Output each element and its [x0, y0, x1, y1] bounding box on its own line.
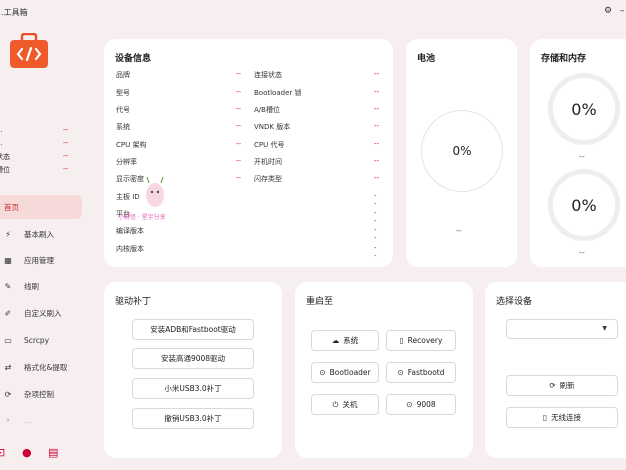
select-device-title: 选择设备 — [496, 297, 533, 307]
battery-title: 电池 — [417, 54, 436, 64]
sidebar-info-row: 槽位-- — [0, 165, 68, 174]
feedback-icon[interactable]: ▤ — [48, 446, 58, 459]
reboot-title: 重启至 — [306, 297, 334, 307]
info-row-resolution: 分辨率 -- — [116, 157, 242, 166]
sidebar-item-format-extract[interactable]: ⇄ 格式化&提取 — [0, 355, 82, 379]
screen-icon: ▭ — [4, 335, 12, 345]
wireless-connect-button[interactable]: ▯ 无线连接 — [506, 407, 618, 428]
info-value-kernel: -- — [374, 244, 377, 260]
info-row-model: 型号 -- — [116, 88, 242, 97]
memory-sub: -- — [579, 248, 585, 257]
phone-icon: ▯ — [542, 413, 548, 422]
storage-title: 存储和内存 — [541, 54, 587, 64]
info-row-system: 系统 -- — [116, 122, 242, 131]
cloud-icon: ☁ — [331, 336, 340, 345]
xiaomi-usb3-patch-button[interactable]: 小米USB3.0补丁 — [132, 378, 254, 399]
title-bar: ...工具箱 ⚙ – — [0, 0, 626, 24]
github-icon[interactable]: ● — [22, 446, 32, 459]
format-icon: ⇄ — [4, 362, 12, 372]
recovery-icon: ▯ — [399, 336, 404, 345]
device-select[interactable]: ▼ — [506, 319, 618, 339]
info-row-uptime: 开机时间 -- — [254, 157, 380, 166]
bootloader-icon: ⊙ — [319, 368, 326, 377]
app-logo-icon — [10, 33, 48, 68]
info-value-board-id: -- — [374, 192, 377, 208]
reboot-9008-button[interactable]: ⊙ 9008 — [386, 394, 456, 415]
reboot-system-button[interactable]: ☁ 系统 — [311, 330, 379, 351]
info-row-bootloader-lock: Bootloader 锁 -- — [254, 88, 380, 97]
sidebar-info-row: ...-- — [0, 126, 68, 134]
battery-gauge: 0% — [421, 110, 503, 192]
memory-percent: 0% — [571, 195, 597, 215]
minimize-icon[interactable]: – — [620, 6, 625, 16]
info-row-codename: 代号 -- — [116, 105, 242, 114]
info-row-vndk: VNDK 版本 -- — [254, 122, 380, 131]
settings-icon[interactable]: ⚙ — [604, 6, 612, 16]
select-device-card: 选择设备 — [485, 282, 626, 458]
sidebar-item-basic-flash[interactable]: ⚡ 基本刷入 — [0, 222, 82, 246]
undo-usb3-patch-button[interactable]: 撤销USB3.0补丁 — [132, 408, 254, 429]
info-row-brand: 品牌 -- — [116, 70, 242, 79]
sidebar-item-app-manager[interactable]: ▦ 应用管理 — [0, 248, 82, 272]
driver-title: 驱动补丁 — [115, 297, 152, 307]
driver-card: 驱动补丁 — [104, 282, 282, 458]
refresh-icon: ⟳ — [549, 381, 556, 390]
grid-icon: ▦ — [4, 255, 12, 265]
app-title: ...工具箱 — [0, 8, 28, 17]
storage-gauge: 0% — [548, 73, 620, 145]
power-icon: ⏻ — [332, 399, 339, 409]
terminal-icon[interactable]: ⊡ — [0, 446, 5, 459]
power-off-button[interactable]: ⏻ 关机 — [311, 394, 379, 415]
info-row-ab-slot: A/B槽位 -- — [254, 105, 380, 114]
install-qualcomm-9008-driver-button[interactable]: 安装高通9008驱动 — [132, 348, 254, 369]
storage-sub: -- — [579, 152, 585, 161]
reboot-bootloader-button[interactable]: ⊙ Bootloader — [311, 362, 379, 383]
sidebar-item-home[interactable]: 首页 — [0, 195, 82, 219]
sidebar-item-line-flash[interactable]: ✎ 线刷 — [0, 274, 82, 298]
more-icon: ◦ — [5, 415, 11, 425]
info-row-kernel: 内核版本 — [116, 245, 144, 253]
info-row-connection: 连接状态 -- — [254, 70, 380, 79]
memory-gauge: 0% — [548, 169, 620, 241]
info-value-build: -- — [374, 226, 377, 242]
sidebar-info-row: 状态-- — [0, 152, 68, 161]
sidebar-item-scrcpy[interactable]: ▭ Scrcpy — [0, 328, 82, 352]
info-row-cpu-code: CPU 代号 -- — [254, 140, 380, 149]
sidebar-info-row: ...-- — [0, 139, 68, 147]
reboot-fastbootd-button[interactable]: ⊙ Fastbootd — [386, 362, 456, 383]
device-info-title: 设备信息 — [115, 54, 152, 64]
sidebar-item-custom-flash[interactable]: ✐ 自定义刷入 — [0, 301, 82, 325]
info-row-density: 显示密度 -- — [116, 174, 242, 183]
bolt-icon: ⚡ — [5, 229, 11, 239]
battery-percent: 0% — [452, 144, 472, 158]
brush-icon: ✐ — [4, 308, 12, 318]
install-adb-fastboot-driver-button[interactable]: 安装ADB和Fastboot驱动 — [132, 319, 254, 340]
misc-icon: ⟳ — [4, 389, 12, 399]
watermark-text: 小脚怪 · 星宇分享 — [118, 214, 166, 221]
info-row-build: 编译版本 — [116, 227, 144, 235]
edl-icon: ⊙ — [406, 400, 413, 409]
battery-sub: -- — [456, 226, 462, 235]
refresh-button[interactable]: ⟳ 刷新 — [506, 375, 618, 396]
storage-percent: 0% — [571, 99, 597, 119]
info-row-cpu-arch: CPU 架构 -- — [116, 140, 242, 149]
fastbootd-icon: ⊙ — [397, 368, 404, 377]
reboot-recovery-button[interactable]: ▯ Recovery — [386, 330, 456, 351]
info-value-platform: -- — [374, 209, 377, 225]
sidebar-item-more[interactable]: ◦ ... — [0, 408, 82, 432]
info-row-board-id: 主板 ID — [116, 193, 140, 201]
info-row-flash-type: 闪存类型 -- — [254, 174, 380, 183]
pen-icon: ✎ — [4, 281, 12, 291]
sidebar-item-misc-control[interactable]: ⟳ 杂项控制 — [0, 382, 82, 406]
watermark-mascot-icon — [146, 176, 164, 207]
chevron-down-icon: ▼ — [602, 325, 607, 332]
